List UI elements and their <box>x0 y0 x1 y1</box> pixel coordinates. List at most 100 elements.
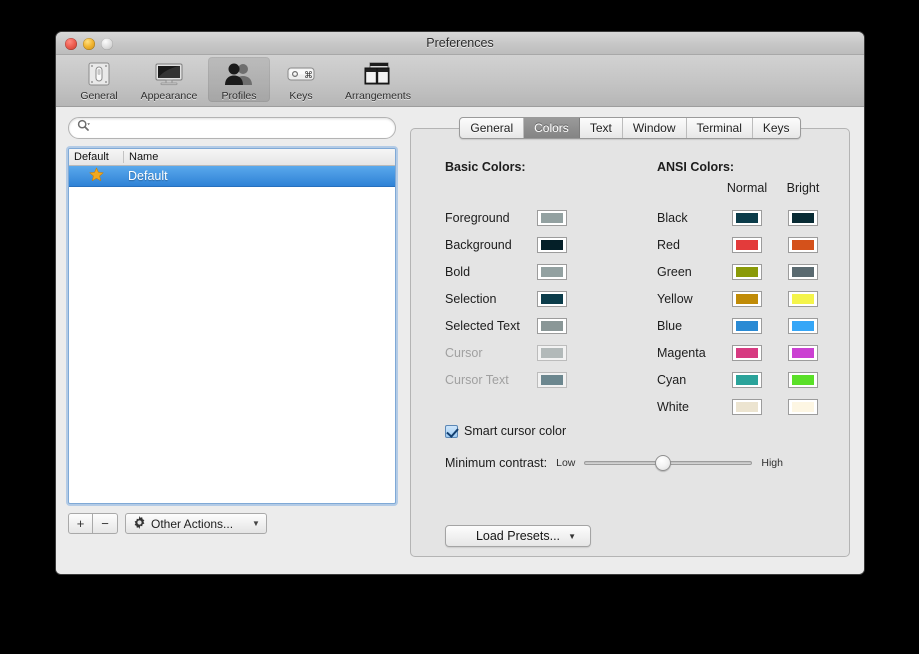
load-presets-button[interactable]: Load Presets... ▼ <box>445 525 591 547</box>
smart-cursor-color-label: Smart cursor color <box>464 424 567 438</box>
swatch-fill <box>792 374 814 385</box>
toolbar-item-appearance[interactable]: Appearance <box>130 57 208 102</box>
column-header-default[interactable]: Default <box>69 149 123 165</box>
label-selected-text: Selected Text <box>445 318 520 333</box>
toolbar-item-keys[interactable]: ⌘ Keys <box>270 57 332 102</box>
swatch-ansi-green-bright[interactable] <box>788 263 818 280</box>
search-input[interactable] <box>94 122 387 134</box>
checkbox-checked-icon <box>445 424 458 438</box>
swatch-selection[interactable] <box>537 290 567 307</box>
zoom-button[interactable] <box>101 38 113 50</box>
slider-thumb[interactable] <box>655 455 672 471</box>
preferences-window: Preferences General Appearance Profiles … <box>56 32 864 574</box>
ansi-row-cyan: Cyan <box>657 366 831 393</box>
swatch-fill <box>541 293 563 304</box>
swatch-ansi-black-normal[interactable] <box>732 209 762 226</box>
swatch-ansi-blue-normal[interactable] <box>732 317 762 334</box>
colors-tab-panel: Basic Colors: ANSI Colors: Foreground Ba… <box>410 128 850 557</box>
ansi-colors-title: ANSI Colors: <box>657 160 735 174</box>
basic-colors-title: Basic Colors: <box>445 160 526 174</box>
swatch-fill <box>541 320 563 331</box>
label-cursor-text: Cursor Text <box>445 372 509 387</box>
basic-color-row-selection: Selection <box>445 285 567 312</box>
swatch-ansi-red-bright[interactable] <box>788 236 818 253</box>
tab-list: General Colors Text Window Terminal Keys <box>459 117 801 139</box>
tab-strip: General Colors Text Window Terminal Keys <box>410 117 850 139</box>
tab-terminal[interactable]: Terminal <box>687 118 753 138</box>
tab-window[interactable]: Window <box>623 118 687 138</box>
tab-keys[interactable]: Keys <box>753 118 800 138</box>
swatch-ansi-red-normal[interactable] <box>732 236 762 253</box>
ansi-colors-grid: Black Red Green Yellow Blue Magenta Cyan… <box>657 204 831 420</box>
label-ansi-cyan: Cyan <box>657 372 687 387</box>
search-field[interactable] <box>68 117 396 139</box>
smart-cursor-color-checkbox[interactable]: Smart cursor color <box>445 424 566 438</box>
table-row[interactable]: Default <box>69 166 395 187</box>
profile-tabview: General Colors Text Window Terminal Keys… <box>410 117 850 557</box>
swatch-ansi-magenta-normal[interactable] <box>732 344 762 361</box>
label-ansi-green: Green <box>657 264 692 279</box>
gear-icon <box>133 515 146 532</box>
swatch-ansi-white-normal[interactable] <box>732 398 762 415</box>
swatch-ansi-magenta-bright[interactable] <box>788 344 818 361</box>
display-monitor-icon <box>154 59 184 89</box>
ansi-row-yellow: Yellow <box>657 285 831 312</box>
swatch-fill <box>736 212 758 223</box>
profiles-list[interactable]: Default Name Default <box>68 148 396 504</box>
label-bold: Bold <box>445 264 471 279</box>
minimum-contrast-row: Minimum contrast: Low High <box>445 455 783 471</box>
other-actions-button[interactable]: Other Actions... ▼ <box>125 513 267 534</box>
swatch-bold[interactable] <box>537 263 567 280</box>
swatch-ansi-green-normal[interactable] <box>732 263 762 280</box>
swatch-ansi-white-bright[interactable] <box>788 398 818 415</box>
basic-color-row-foreground: Foreground <box>445 204 567 231</box>
swatch-fill <box>792 266 814 277</box>
window-titlebar: Preferences <box>56 32 864 55</box>
add-profile-button[interactable]: + <box>68 513 93 534</box>
swatch-ansi-yellow-bright[interactable] <box>788 290 818 307</box>
minimum-contrast-slider[interactable] <box>584 455 753 471</box>
swatch-fill <box>736 320 758 331</box>
swatch-cursor-text <box>537 371 567 388</box>
swatch-fill <box>792 212 814 223</box>
label-background: Background <box>445 237 512 252</box>
swatch-fill <box>792 239 814 250</box>
close-button[interactable] <box>65 38 77 50</box>
swatch-ansi-blue-bright[interactable] <box>788 317 818 334</box>
remove-profile-button[interactable]: − <box>93 513 118 534</box>
minimize-button[interactable] <box>83 38 95 50</box>
basic-colors-list: Foreground Background Bold Selection Sel… <box>445 204 567 393</box>
tab-general[interactable]: General <box>460 118 525 138</box>
toolbar-item-arrangements[interactable]: Arrangements <box>332 57 424 102</box>
ansi-column-headers: Normal Bright <box>719 181 831 195</box>
profile-name: Default <box>128 169 168 183</box>
basic-color-row-bold: Bold <box>445 258 567 285</box>
profiles-sidebar: Default Name Default + − Other Actions..… <box>68 117 396 534</box>
column-header-name[interactable]: Name <box>124 149 163 165</box>
swatch-ansi-cyan-normal[interactable] <box>732 371 762 388</box>
swatch-ansi-black-bright[interactable] <box>788 209 818 226</box>
profiles-people-icon <box>223 59 255 89</box>
label-selection: Selection <box>445 291 497 306</box>
swatch-foreground[interactable] <box>537 209 567 226</box>
toolbar-item-general[interactable]: General <box>68 57 130 102</box>
toolbar-label-appearance: Appearance <box>140 90 198 102</box>
toolbar-label-arrangements: Arrangements <box>345 90 411 102</box>
window-title: Preferences <box>426 36 494 50</box>
swatch-ansi-yellow-normal[interactable] <box>732 290 762 307</box>
swatch-fill <box>736 266 758 277</box>
swatch-background[interactable] <box>537 236 567 253</box>
minimum-contrast-label: Minimum contrast: <box>445 456 548 470</box>
tab-colors[interactable]: Colors <box>524 118 580 138</box>
swatch-fill <box>792 293 814 304</box>
toolbar-item-profiles[interactable]: Profiles <box>208 57 270 102</box>
label-ansi-white: White <box>657 399 689 414</box>
tab-text[interactable]: Text <box>580 118 623 138</box>
swatch-ansi-cyan-bright[interactable] <box>788 371 818 388</box>
swatch-cursor <box>537 344 567 361</box>
slider-high-label: High <box>761 457 783 469</box>
swatch-selected-text[interactable] <box>537 317 567 334</box>
window-controls <box>65 38 113 50</box>
swatch-fill <box>541 374 563 385</box>
slider-low-label: Low <box>556 457 576 469</box>
